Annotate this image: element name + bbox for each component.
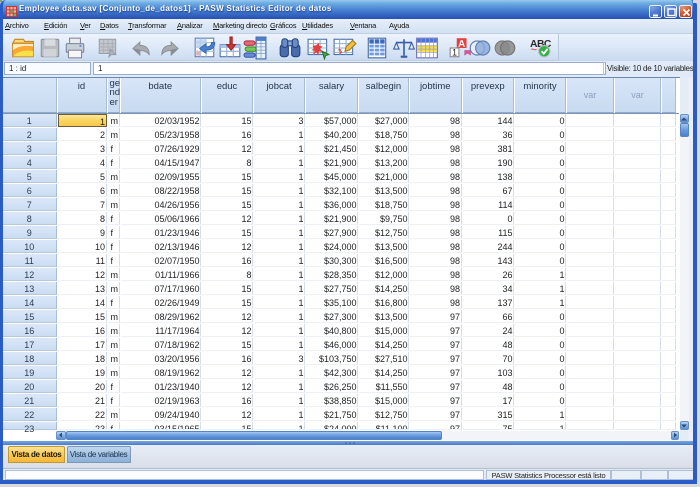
svg-text:1: 1: [452, 47, 457, 57]
